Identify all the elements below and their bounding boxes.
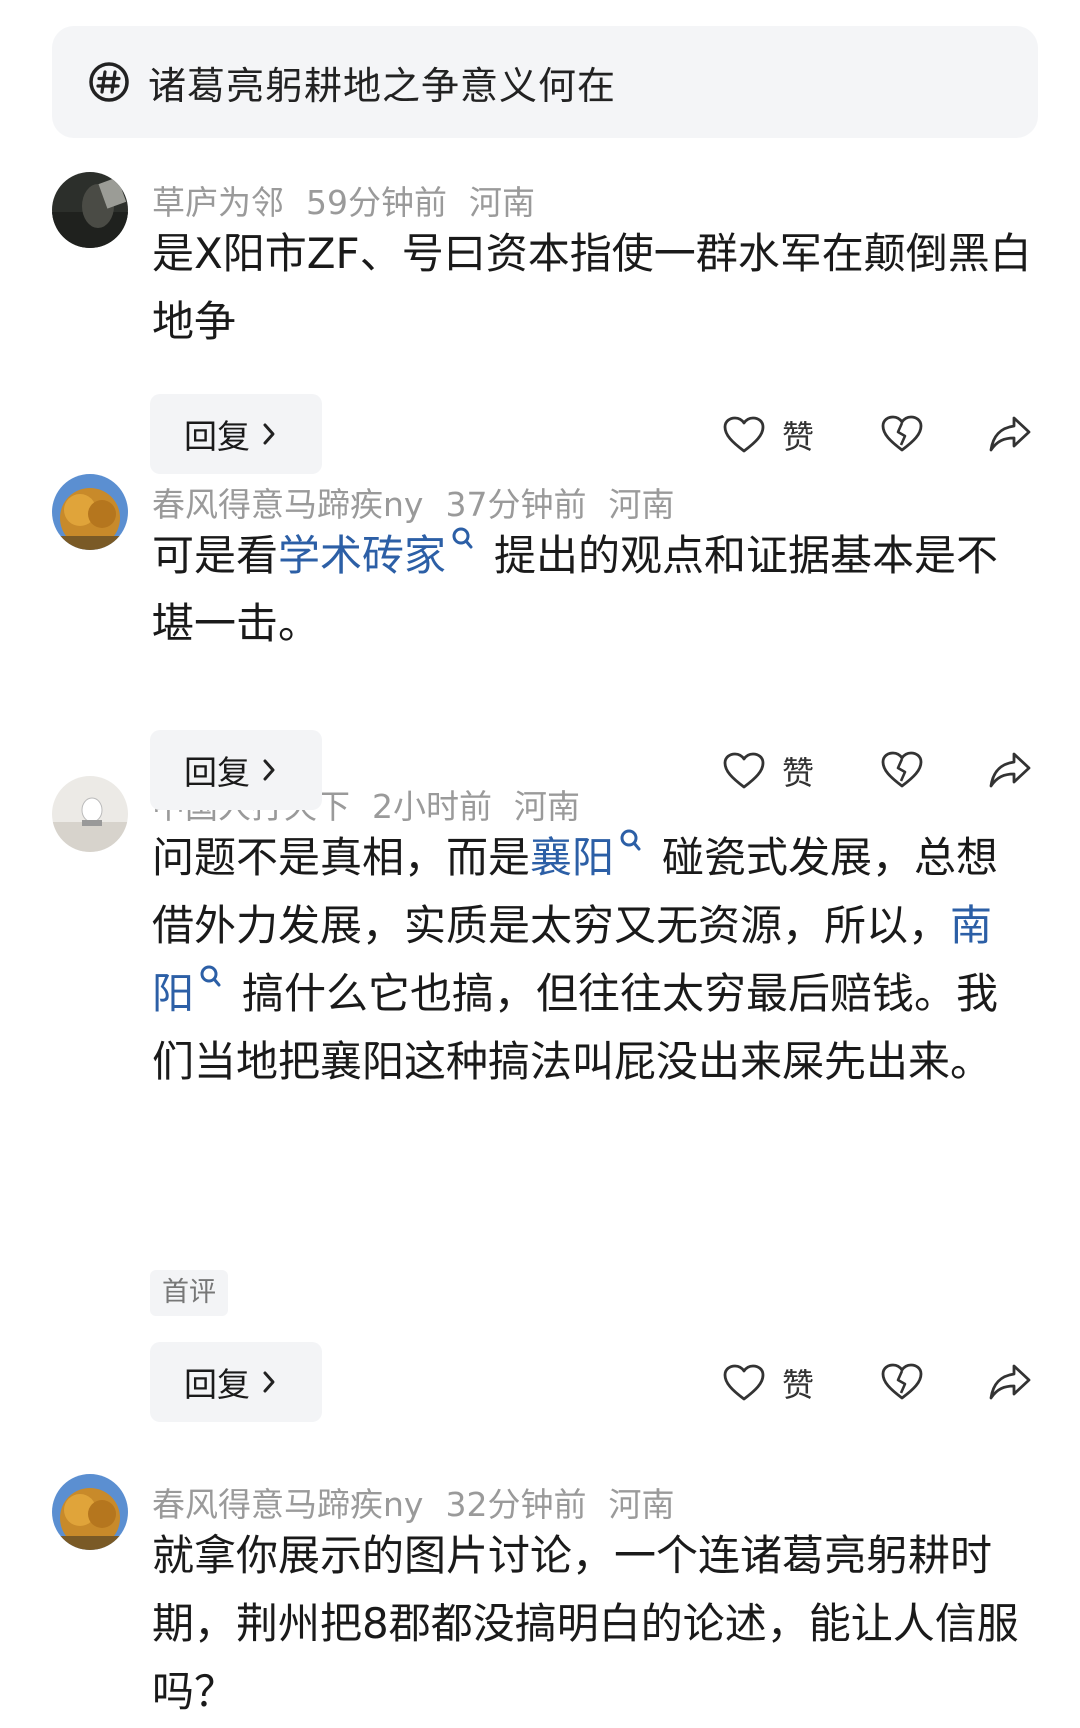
broken-heart-icon (881, 751, 923, 788)
comment-location: 河南 (469, 183, 535, 222)
comment-time: 59分钟前 (306, 183, 447, 222)
comment-actions: 赞 (0, 394, 1080, 474)
comment-actions: 赞 (0, 1342, 1080, 1422)
share-icon (989, 752, 1031, 788)
avatar[interactable] (52, 474, 128, 550)
comment-username[interactable]: 春风得意马蹄疾ny (152, 485, 423, 524)
like-button[interactable]: 赞 (722, 1360, 814, 1406)
heart-icon (723, 1364, 765, 1401)
broken-heart-icon (881, 1363, 923, 1400)
comment-actions: 赞 (0, 730, 1080, 810)
share-icon (989, 416, 1031, 452)
topic-title: 诸葛亮躬耕地之争意义何在 (148, 63, 617, 108)
share-button[interactable] (988, 414, 1032, 454)
comment-username[interactable]: 春风得意马蹄疾ny (152, 1485, 423, 1524)
share-button[interactable] (988, 1362, 1032, 1402)
comment-username[interactable]: 草庐为邻 (152, 183, 284, 222)
like-label: 赞 (782, 1366, 815, 1404)
hashtag-icon (89, 62, 129, 102)
share-button[interactable] (988, 750, 1032, 790)
first-comment-badge: 首评 (150, 1270, 228, 1316)
comment-text: 就拿你展示的图片讨论，一个连诸葛亮躬耕时期，荆州把8郡都没搞明白的论述，能让人信… (152, 1531, 1019, 1716)
comment-time: 37分钟前 (445, 485, 587, 524)
comment-text: 可是看学术砖家 提出的观点和证据基本是不堪一击。 (152, 522, 1032, 658)
avatar[interactable] (52, 172, 128, 248)
heart-icon (723, 752, 765, 789)
broken-heart-icon (881, 415, 923, 452)
like-label: 赞 (782, 754, 815, 792)
comment-time: 32分钟前 (445, 1485, 587, 1524)
comment-location: 河南 (608, 1485, 675, 1524)
search-icon (620, 829, 641, 851)
like-label: 赞 (782, 418, 815, 456)
comment-text: 问题不是真相，而是襄阳 碰瓷式发展，总想借外力发展，实质是太穷又无资源，所以，南阳… (152, 824, 1032, 1096)
search-icon (452, 527, 473, 549)
heart-icon (723, 416, 765, 453)
comment-location: 河南 (608, 485, 675, 524)
search-link-xueshu[interactable]: 学术砖家 (278, 527, 494, 580)
like-button[interactable]: 赞 (722, 748, 814, 794)
share-icon (989, 1364, 1031, 1400)
like-button[interactable]: 赞 (722, 412, 814, 458)
dislike-button[interactable] (880, 414, 924, 454)
search-icon (200, 965, 221, 987)
dislike-button[interactable] (880, 1362, 924, 1402)
comment-text: 是X阳市ZF、号曰资本指使一群水军在颠倒黑白地争 (152, 229, 1032, 346)
avatar[interactable] (52, 1474, 128, 1550)
dislike-button[interactable] (880, 750, 924, 790)
search-link-xiangyang[interactable]: 襄阳 (530, 829, 662, 882)
topic-banner[interactable]: 诸葛亮躬耕地之争意义何在 (52, 26, 1038, 138)
